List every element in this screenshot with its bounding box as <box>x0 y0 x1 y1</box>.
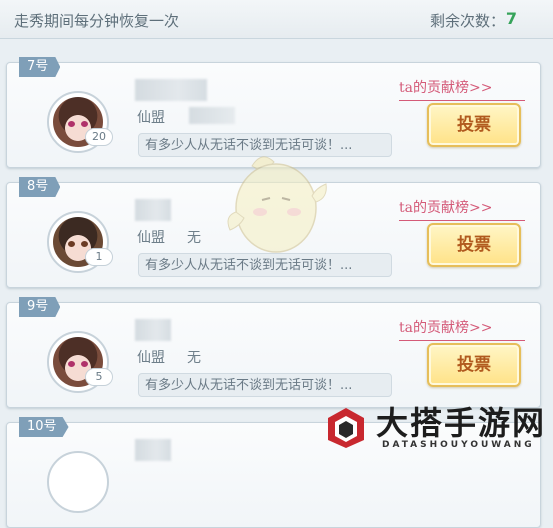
rank-tag: 7号 <box>19 57 61 77</box>
contribution-ranking-link[interactable]: ta的贡献榜>> <box>399 317 525 341</box>
avatar-eye <box>68 241 75 247</box>
vote-button[interactable]: 投票 <box>427 223 521 267</box>
level-badge: 1 <box>85 248 113 266</box>
contribution-ranking-link[interactable]: ta的贡献榜>> <box>399 77 525 101</box>
motto-text: 有多少人从无话不谈到无话可谈！... <box>138 373 392 397</box>
contribution-ranking-link[interactable]: ta的贡献榜>> <box>399 197 525 221</box>
top-bar: 走秀期间每分钟恢复一次 剩余次数： 7 <box>0 0 553 39</box>
clan-value: 无 <box>187 230 201 246</box>
clan-label: 仙盟 <box>137 230 165 246</box>
clan-value: 无 <box>187 350 201 366</box>
rank-tag: 9号 <box>19 297 61 317</box>
vote-button[interactable]: 投票 <box>427 103 521 147</box>
clan-label: 仙盟 <box>137 110 165 126</box>
level-badge: 20 <box>85 128 113 146</box>
player-name-blurred <box>135 319 171 341</box>
avatar-eye <box>68 121 75 127</box>
player-name-blurred <box>135 199 171 221</box>
avatar[interactable] <box>47 451 109 513</box>
avatar-eye <box>81 241 88 247</box>
site-watermark: 大搭手游网 DATASHOUYOUWANG <box>318 396 553 458</box>
recovery-hint: 走秀期间每分钟恢复一次 <box>14 12 180 30</box>
remaining-votes-count: 7 <box>505 9 517 28</box>
watermark-subtitle: DATASHOUYOUWANG <box>382 440 535 450</box>
player-name-blurred <box>135 79 207 101</box>
site-logo-icon <box>328 408 364 448</box>
rank-tag: 10号 <box>19 417 69 437</box>
rank-tag: 8号 <box>19 177 61 197</box>
remaining-votes-label: 剩余次数： <box>429 12 505 30</box>
clan-name-blurred <box>189 107 235 124</box>
avatar-eye <box>68 361 75 367</box>
level-badge: 5 <box>85 368 113 386</box>
avatar-eye <box>81 121 88 127</box>
avatar-eye <box>81 361 88 367</box>
contestant-card: 9号 5 仙盟 无 有多少人从无话不谈到无话可谈！... ta的贡献榜>> 投票 <box>6 297 541 408</box>
mascot-watermark-icon <box>227 156 327 253</box>
clan-label: 仙盟 <box>137 350 165 366</box>
watermark-title: 大搭手游网 <box>376 404 547 442</box>
vote-button[interactable]: 投票 <box>427 343 521 387</box>
